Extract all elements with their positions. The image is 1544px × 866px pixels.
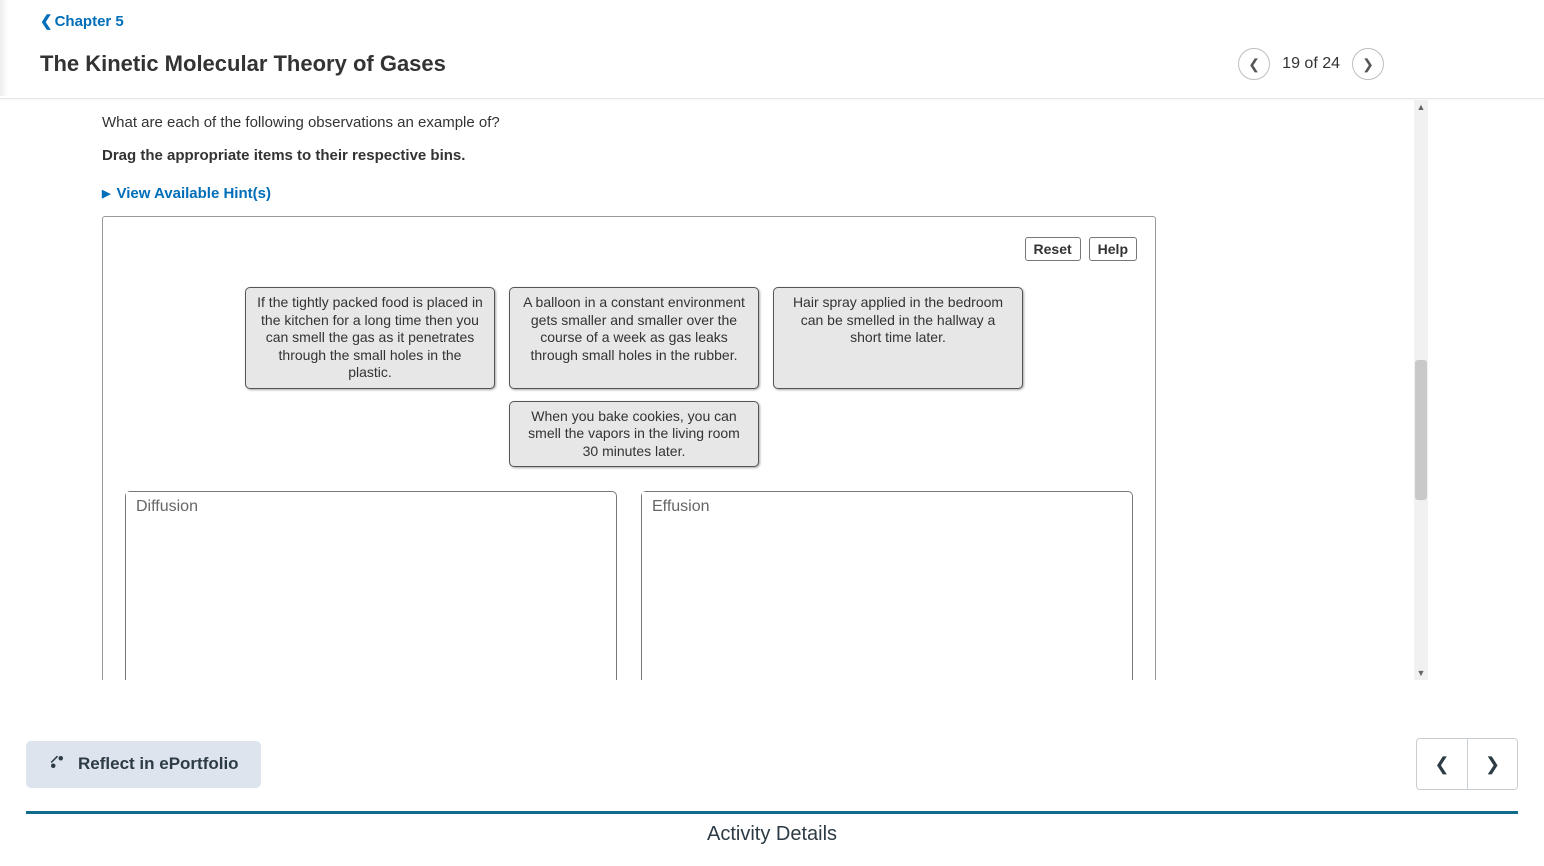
footer-bar: Reflect in ePortfolio ❮ ❯ [26, 738, 1518, 790]
module-next-button[interactable]: ❯ [1467, 739, 1517, 789]
page-title: The Kinetic Molecular Theory of Gases [40, 51, 446, 77]
activity-box: Reset Help If the tightly packed food is… [102, 216, 1156, 680]
breadcrumb[interactable]: ❮Chapter 5 [40, 0, 1524, 30]
scroll-down-icon[interactable]: ▼ [1414, 666, 1428, 680]
next-item-button[interactable]: ❯ [1352, 48, 1384, 80]
drag-row: If the tightly packed food is placed in … [235, 287, 1033, 389]
activity-toolbar: Reset Help [115, 237, 1143, 261]
question-instruction: Drag the appropriate items to their resp… [102, 147, 1388, 164]
drag-row: When you bake cookies, you can smell the… [235, 401, 1033, 468]
caret-right-icon: ▶ [102, 187, 110, 200]
module-nav: ❮ ❯ [1416, 738, 1518, 790]
share-icon [48, 753, 66, 776]
bin-diffusion[interactable]: Diffusion [125, 491, 617, 680]
reflect-label: Reflect in ePortfolio [78, 754, 239, 774]
question-prompt: What are each of the following observati… [102, 114, 1388, 131]
divider [26, 811, 1518, 814]
content-scroll[interactable]: What are each of the following observati… [60, 96, 1428, 680]
drag-card[interactable]: Hair spray applied in the bedroom can be… [773, 287, 1023, 389]
prev-item-button[interactable]: ❮ [1238, 48, 1270, 80]
breadcrumb-label: Chapter 5 [55, 13, 124, 30]
hints-label: View Available Hint(s) [116, 185, 271, 202]
module-prev-button[interactable]: ❮ [1417, 739, 1467, 789]
scroll-up-icon[interactable]: ▲ [1414, 100, 1428, 114]
draggable-items: If the tightly packed food is placed in … [235, 287, 1033, 467]
title-row: The Kinetic Molecular Theory of Gases ❮ … [40, 30, 1524, 98]
drag-card[interactable]: If the tightly packed food is placed in … [245, 287, 495, 389]
pager: ❮ 19 of 24 ❯ [1238, 48, 1524, 80]
scrollbar[interactable]: ▲ ▼ [1414, 100, 1428, 680]
chevron-left-icon: ❮ [40, 13, 53, 30]
reset-button[interactable]: Reset [1025, 237, 1081, 261]
bin-label: Effusion [642, 492, 720, 518]
drag-card[interactable]: A balloon in a constant environment gets… [509, 287, 759, 389]
visual-shadow [0, 0, 8, 96]
drag-card[interactable]: When you bake cookies, you can smell the… [509, 401, 759, 468]
bin-effusion[interactable]: Effusion [641, 491, 1133, 680]
help-button[interactable]: Help [1089, 237, 1137, 261]
activity-details-heading: Activity Details [0, 823, 1544, 846]
bin-label: Diffusion [126, 492, 208, 518]
view-hints-toggle[interactable]: ▶ View Available Hint(s) [102, 185, 271, 202]
pager-position: 19 of 24 [1282, 55, 1340, 73]
scrollbar-thumb[interactable] [1415, 360, 1427, 500]
bins-row: Diffusion Effusion [115, 491, 1143, 680]
reflect-button[interactable]: Reflect in ePortfolio [26, 741, 261, 788]
header-region: ❮Chapter 5 The Kinetic Molecular Theory … [0, 0, 1544, 99]
